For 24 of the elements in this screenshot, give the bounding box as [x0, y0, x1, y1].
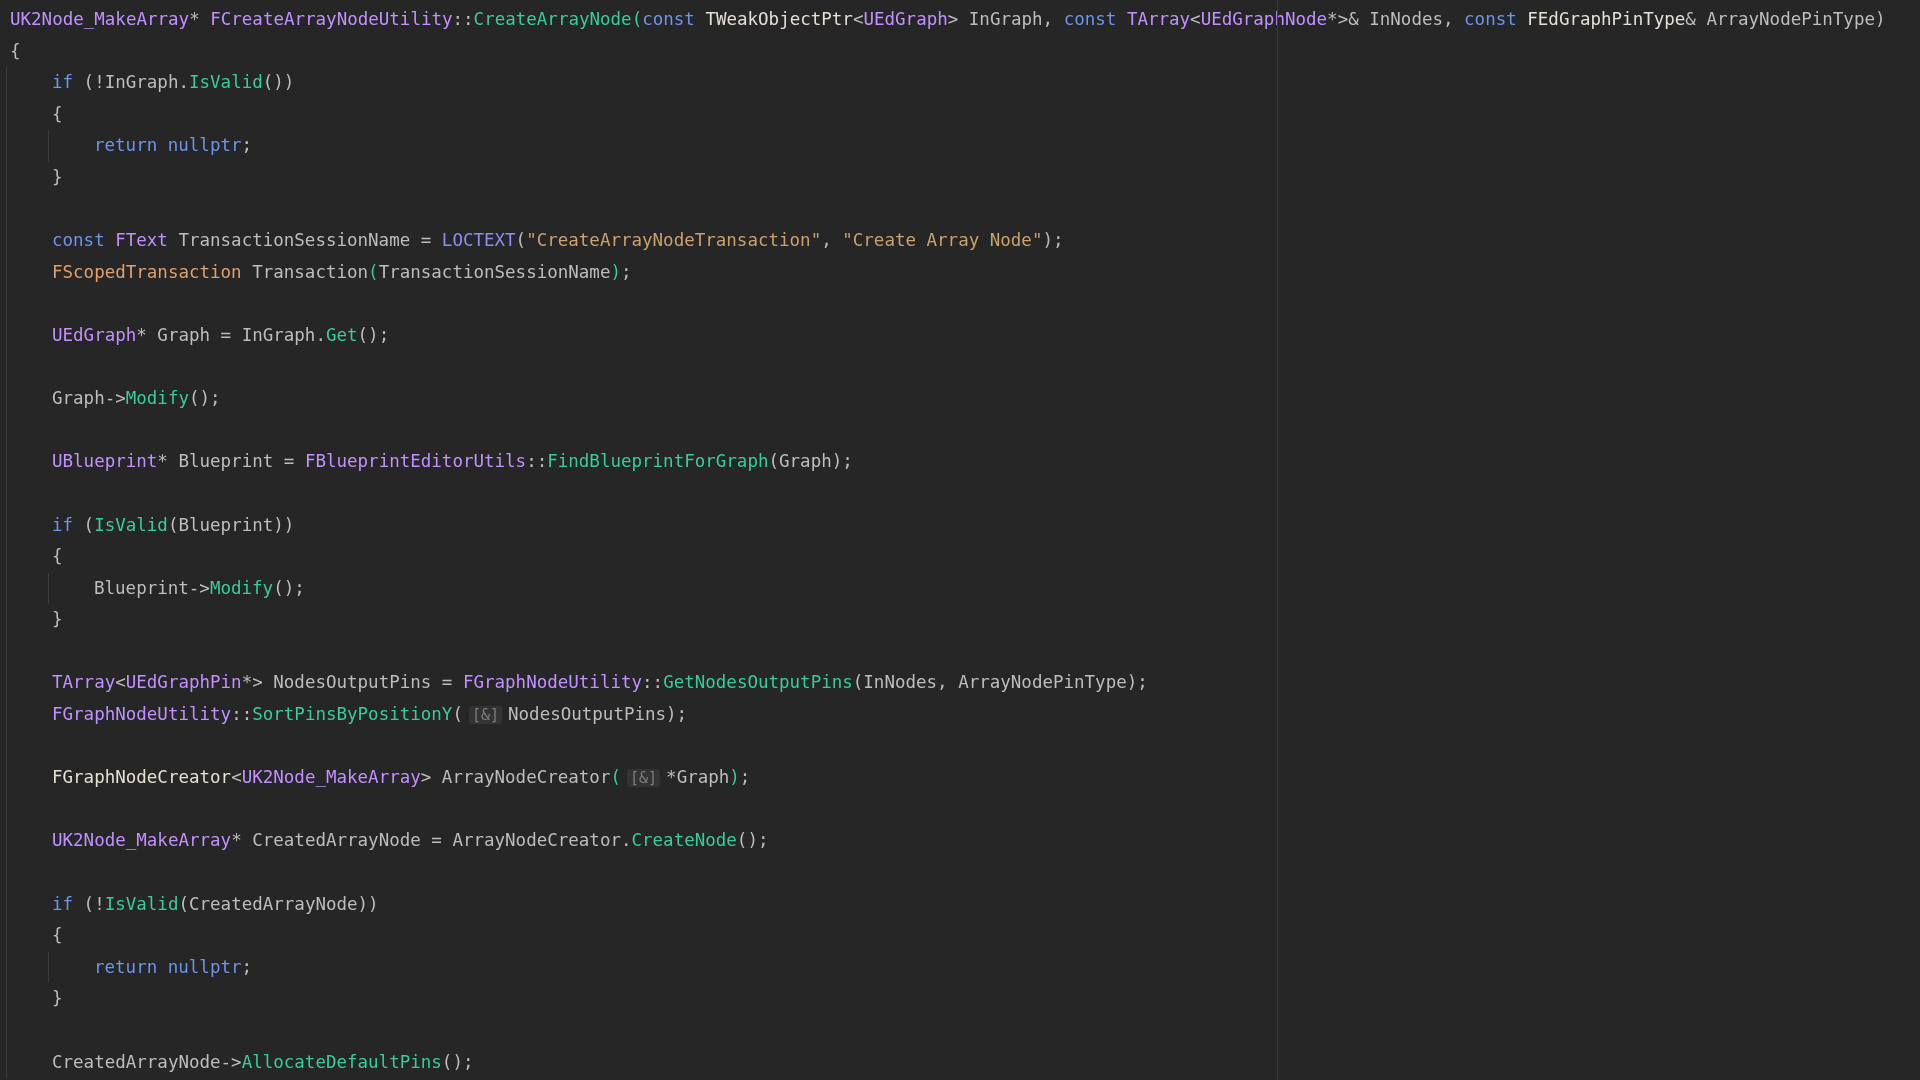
- code-line: return nullptr;: [94, 134, 253, 158]
- code-line: if (!IsValid(CreatedArrayNode)): [52, 892, 379, 916]
- code-line: {: [52, 545, 63, 569]
- code-line: Blueprint->Modify();: [94, 576, 305, 600]
- code-line: TArray<UEdGraphPin*> NodesOutputPins = FGraphNodeUtility::GetNodesOutputPins(InNodes, ArrayNodePinType);: [52, 671, 1148, 695]
- code-line: UK2Node_MakeArray* FCreateArrayNodeUtility::CreateArrayNode(const TWeakObjectPtr<UEdGraph> InGraph, const TArray<UEdGraphNode*>& InNodes, const FEdGraphPinType& ArrayNodePinType): [10, 8, 1886, 31]
- code-line: }: [52, 165, 63, 189]
- code-line: Graph->Modify();: [52, 387, 221, 411]
- code-line: const FText TransactionSessionName = LOCTEXT("CreateArrayNodeTransaction", "Create Array Node");: [52, 229, 1064, 253]
- code-line: FGraphNodeCreator<UK2Node_MakeArray> ArrayNodeCreator( [&] *Graph);: [52, 766, 751, 790]
- code-line: UK2Node_MakeArray* CreatedArrayNode = ArrayNodeCreator.CreateNode();: [52, 829, 769, 853]
- code-line: {: [52, 924, 63, 948]
- code-line: FGraphNodeUtility::SortPinsByPositionY( [&] NodesOutputPins);: [52, 703, 688, 727]
- code-line: if (!InGraph.IsValid()): [52, 71, 295, 95]
- code-line: if (IsValid(Blueprint)): [52, 513, 295, 537]
- code-line: UEdGraph* Graph = InGraph.Get();: [52, 323, 390, 347]
- code-line: }: [52, 987, 63, 1011]
- code-line: FScopedTransaction Transaction(TransactionSessionName);: [52, 260, 632, 284]
- code-line: return nullptr;: [94, 955, 253, 979]
- code-line: {: [52, 102, 63, 126]
- code-line: UBlueprint* Blueprint = FBlueprintEditorUtils::FindBlueprintForGraph(Graph);: [52, 450, 853, 474]
- code-line: }: [52, 608, 63, 632]
- code-line: CreatedArrayNode->AllocateDefaultPins();: [52, 1050, 474, 1074]
- code-line: {: [10, 39, 21, 63]
